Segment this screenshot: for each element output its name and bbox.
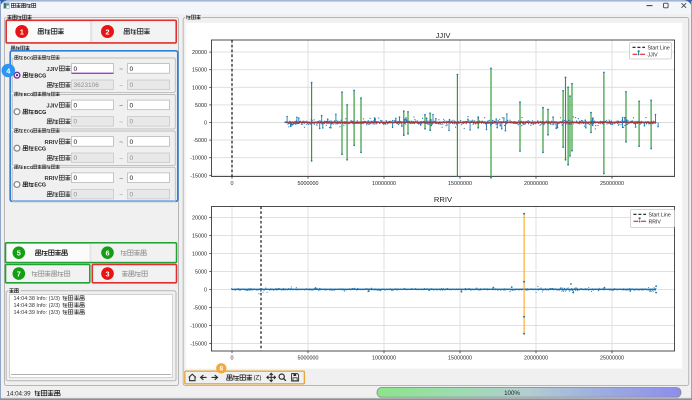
svg-text:0: 0 [130, 119, 134, 126]
svg-text:5000000: 5000000 [298, 355, 319, 361]
svg-text:0: 0 [74, 175, 78, 182]
svg-text:8: 8 [219, 366, 223, 373]
svg-text:~: ~ [119, 155, 123, 162]
svg-text:0: 0 [130, 82, 134, 89]
svg-text:0: 0 [74, 102, 78, 109]
svg-text:ECG: ECG [24, 165, 34, 170]
svg-text:10000000: 10000000 [372, 355, 396, 361]
svg-text:100%: 100% [504, 390, 520, 397]
svg-text:-10000: -10000 [190, 156, 207, 162]
svg-text:15000000: 15000000 [448, 181, 472, 187]
svg-text:BCG: BCG [24, 56, 34, 61]
svg-text:0: 0 [130, 102, 134, 109]
svg-text:0: 0 [231, 355, 234, 361]
svg-text:15000: 15000 [192, 233, 207, 239]
svg-text:20000000: 20000000 [524, 181, 548, 187]
svg-text:RRIV: RRIV [44, 140, 58, 146]
svg-text:7: 7 [17, 269, 21, 278]
svg-text:14:04:39 Info: (3/3): 14:04:39 Info: (3/3) [14, 310, 61, 316]
svg-text:~: ~ [119, 175, 123, 182]
svg-text:~: ~ [119, 66, 123, 73]
svg-text:25000000: 25000000 [600, 181, 624, 187]
svg-text:ECG: ECG [34, 183, 46, 189]
svg-text:0: 0 [231, 181, 234, 187]
svg-text:~: ~ [119, 119, 123, 126]
svg-text:5: 5 [17, 248, 21, 257]
svg-text:20000: 20000 [192, 50, 207, 56]
svg-text:Start Line: Start Line [649, 212, 671, 218]
svg-text:~: ~ [119, 82, 123, 89]
svg-text:0: 0 [74, 119, 78, 126]
svg-text:-15000: -15000 [190, 173, 207, 179]
svg-text:0: 0 [204, 121, 207, 127]
svg-text:-5000: -5000 [193, 138, 207, 144]
svg-text:BCG: BCG [24, 92, 34, 97]
svg-text:1: 1 [20, 27, 24, 36]
svg-text:25000000: 25000000 [600, 355, 624, 361]
svg-text:20000000: 20000000 [524, 355, 548, 361]
svg-text:RRIV: RRIV [434, 195, 453, 204]
svg-text:~: ~ [119, 103, 123, 110]
svg-text:JJIV: JJIV [46, 67, 58, 73]
svg-text:0: 0 [130, 139, 134, 146]
svg-text:5000: 5000 [195, 103, 207, 109]
svg-text:15000000: 15000000 [448, 355, 472, 361]
svg-text:-10000: -10000 [190, 323, 207, 329]
svg-text:15000: 15000 [192, 68, 207, 74]
svg-text:0: 0 [130, 66, 134, 73]
svg-text:2: 2 [105, 27, 109, 36]
svg-text:0: 0 [204, 287, 207, 293]
svg-text:0: 0 [130, 155, 134, 162]
svg-text:0: 0 [130, 175, 134, 182]
svg-text:14:04:38 Info: (1/3): 14:04:38 Info: (1/3) [14, 296, 61, 302]
svg-text:3: 3 [105, 269, 109, 278]
svg-text:Start Line: Start Line [648, 45, 670, 51]
svg-text:0: 0 [74, 66, 78, 73]
svg-text:0: 0 [74, 192, 78, 199]
svg-text:ECG: ECG [34, 146, 46, 152]
svg-text:~: ~ [119, 139, 123, 146]
svg-text:RRIV: RRIV [649, 219, 662, 225]
svg-text:-15000: -15000 [190, 341, 207, 347]
svg-text:10000: 10000 [192, 251, 207, 257]
svg-text:20000: 20000 [192, 215, 207, 221]
svg-text:10000: 10000 [192, 85, 207, 91]
svg-text:~: ~ [119, 192, 123, 199]
svg-text:3623106: 3623106 [74, 82, 100, 89]
svg-text:RRIV: RRIV [44, 176, 58, 182]
svg-text:10000000: 10000000 [372, 181, 396, 187]
svg-text:ECG: ECG [24, 129, 34, 134]
svg-text:JJIV: JJIV [648, 52, 659, 58]
svg-text:0: 0 [74, 155, 78, 162]
svg-text:0: 0 [74, 139, 78, 146]
svg-text:BCG: BCG [34, 73, 46, 79]
svg-text:5000: 5000 [195, 269, 207, 275]
svg-text:(Z): (Z) [254, 375, 262, 382]
svg-text:14:04:38 Info: (2/3): 14:04:38 Info: (2/3) [14, 303, 61, 309]
svg-text:0: 0 [130, 192, 134, 199]
svg-text:5000000: 5000000 [298, 181, 319, 187]
svg-text:JJIV: JJIV [436, 31, 452, 40]
svg-text:JJIV: JJIV [46, 103, 58, 109]
svg-text:6: 6 [105, 248, 109, 257]
svg-text:BCG: BCG [34, 110, 46, 116]
svg-text:-5000: -5000 [193, 305, 207, 311]
svg-text:14:04:39: 14:04:39 [7, 390, 32, 397]
